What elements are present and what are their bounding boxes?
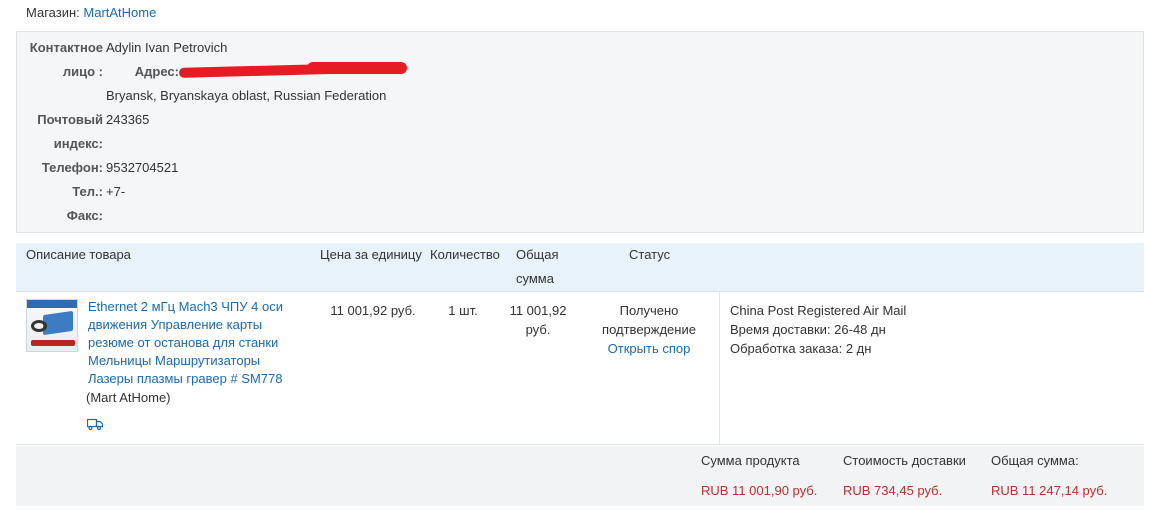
header-status: Статус xyxy=(629,247,671,262)
contact-info-panel: Контактное Adylin Ivan Petrovich лицо : … xyxy=(16,31,1144,233)
header-total-2: сумма xyxy=(516,271,554,286)
header-total-1: Общая xyxy=(516,247,559,262)
line-total-2: руб. xyxy=(525,322,551,337)
product-name-link[interactable]: Ethernet 2 мГц Mach3 ЧПУ 4 оси движения … xyxy=(88,298,303,388)
address-line-2: Bryansk, Bryanskaya oblast, Russian Fede… xyxy=(106,88,387,103)
truck-icon[interactable] xyxy=(87,418,103,430)
zip-label-2: индекс: xyxy=(53,136,103,151)
phone-value: 9532704521 xyxy=(106,160,179,175)
total-sum-value: RUB 11 247,14 руб. xyxy=(991,483,1108,498)
zip-label-1: Почтовый xyxy=(37,112,103,127)
tel-label: Тел.: xyxy=(72,184,103,199)
quantity: 1 шт. xyxy=(448,303,478,318)
unit-price: 11 001,92 руб. xyxy=(330,303,416,318)
header-unit-price: Цена за единицу xyxy=(320,247,422,262)
fax-label: Факс: xyxy=(66,208,103,223)
processing-time: Обработка заказа: 2 дн xyxy=(730,341,872,356)
store-label: Магазин: xyxy=(26,5,80,20)
status-line-2: подтверждение xyxy=(602,322,696,337)
order-table-header: Описание товара Цена за единицу Количест… xyxy=(16,243,1144,292)
address-label: Адрес: xyxy=(134,64,179,79)
zip-value: 243365 xyxy=(106,112,150,127)
store-link[interactable]: MartAtHome xyxy=(83,5,156,20)
store-line: Магазин: MartAtHome xyxy=(26,5,156,21)
shipping-cost-value: RUB 734,45 руб. xyxy=(843,483,943,498)
status-line-1: Получено xyxy=(619,303,679,318)
total-sum-label: Общая сумма: xyxy=(991,453,1079,468)
contact-person-label-1: Контактное xyxy=(29,40,103,55)
header-description: Описание товара xyxy=(26,247,131,262)
order-summary: Сумма продукта RUB 11 001,90 руб. Стоимо… xyxy=(16,446,1144,506)
redaction-mark-2 xyxy=(307,62,407,74)
tel-value: +7- xyxy=(106,184,126,199)
table-row: Ethernet 2 мГц Mach3 ЧПУ 4 оси движения … xyxy=(16,292,1144,445)
open-dispute-link[interactable]: Открыть спор xyxy=(590,339,708,358)
line-total-1: 11 001,92 xyxy=(509,303,567,318)
product-thumbnail[interactable] xyxy=(26,299,78,352)
contact-person-label-2: лицо : xyxy=(62,64,103,79)
contact-person-value: Adylin Ivan Petrovich xyxy=(106,40,228,55)
shipping-info: China Post Registered Air Mail Время дос… xyxy=(730,301,906,358)
product-sum-label: Сумма продукта xyxy=(701,453,800,468)
column-divider xyxy=(719,292,720,445)
product-sum-value: RUB 11 001,90 руб. xyxy=(701,483,818,498)
shipping-cost-label: Стоимость доставки xyxy=(843,453,966,468)
header-quantity: Количество xyxy=(430,247,500,262)
shipping-method: China Post Registered Air Mail xyxy=(730,303,907,318)
phone-label: Телефон: xyxy=(41,160,103,175)
delivery-time: Время доставки: 26-48 дн xyxy=(730,322,886,337)
product-shop: (Mart AtHome) xyxy=(86,390,171,405)
